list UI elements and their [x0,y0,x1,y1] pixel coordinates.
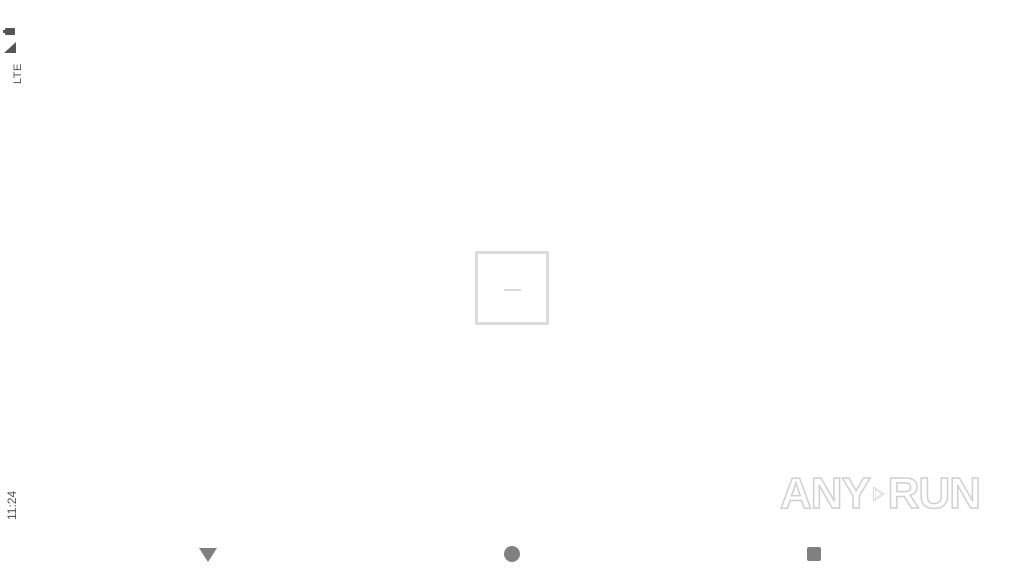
battery-icon [3,28,15,35]
clock: 11:24 [5,490,19,520]
play-icon [873,486,885,502]
network-type-label: LTE [12,63,24,84]
watermark-left-text: ANY [779,469,871,518]
status-bar: LTE 11:24 [0,0,24,530]
home-button[interactable] [500,542,524,566]
recents-button[interactable] [802,542,826,566]
anyrun-watermark: ANY RUN [779,462,982,526]
back-triangle-icon [199,548,217,562]
recents-square-icon [807,547,821,561]
navigation-bar [0,530,1024,576]
placeholder-dash [504,289,521,291]
back-button[interactable] [196,542,220,566]
home-circle-icon [504,546,520,562]
watermark-right-text: RUN [887,469,982,518]
device-screen: LTE 11:24 ANY RUN [0,0,1024,576]
signal-icon [4,42,16,53]
loading-placeholder [475,251,549,325]
